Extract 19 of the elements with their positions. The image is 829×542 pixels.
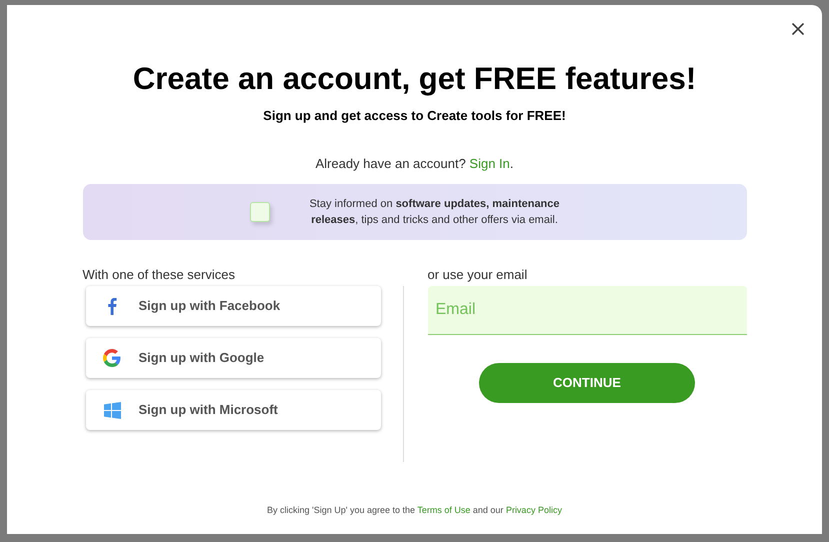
social-sign-up-button[interactable]: Sign up with Google [86,338,380,378]
social-sign-up-button[interactable]: Sign up with Microsoft [86,390,380,430]
dialog-subtitle: Sign up and get access to Create tools for FREE! [263,107,566,125]
continue-button[interactable]: CONTINUE [479,363,695,403]
email-field[interactable]: Email [428,286,746,335]
sign-in-link[interactable]: Sign In [469,156,510,170]
sign-in-prompt: Already have an account? Sign In. [315,154,514,173]
dialog-title: Create an account, get FREE features! [132,60,696,98]
terms-link[interactable]: Terms of Use [417,504,470,514]
windows-icon [104,402,120,418]
social-sign-up-button[interactable]: Sign up with Facebook [86,286,380,326]
f-letter-icon [107,297,117,315]
services-heading: With one of these services [82,266,236,284]
newsletter-text: Stay informed on software updates, maintenance releases, tips and tricks and other offers via email. [308,197,561,228]
privacy-link[interactable]: Privacy Policy [506,504,562,514]
newsletter-checkbox[interactable] [250,202,270,222]
email-heading: or use your email [428,266,528,284]
legal-notice: By clicking 'Sign Up' you agree to the Terms of Use and our Privacy Policy [267,504,562,517]
g-letter-icon [103,349,121,367]
